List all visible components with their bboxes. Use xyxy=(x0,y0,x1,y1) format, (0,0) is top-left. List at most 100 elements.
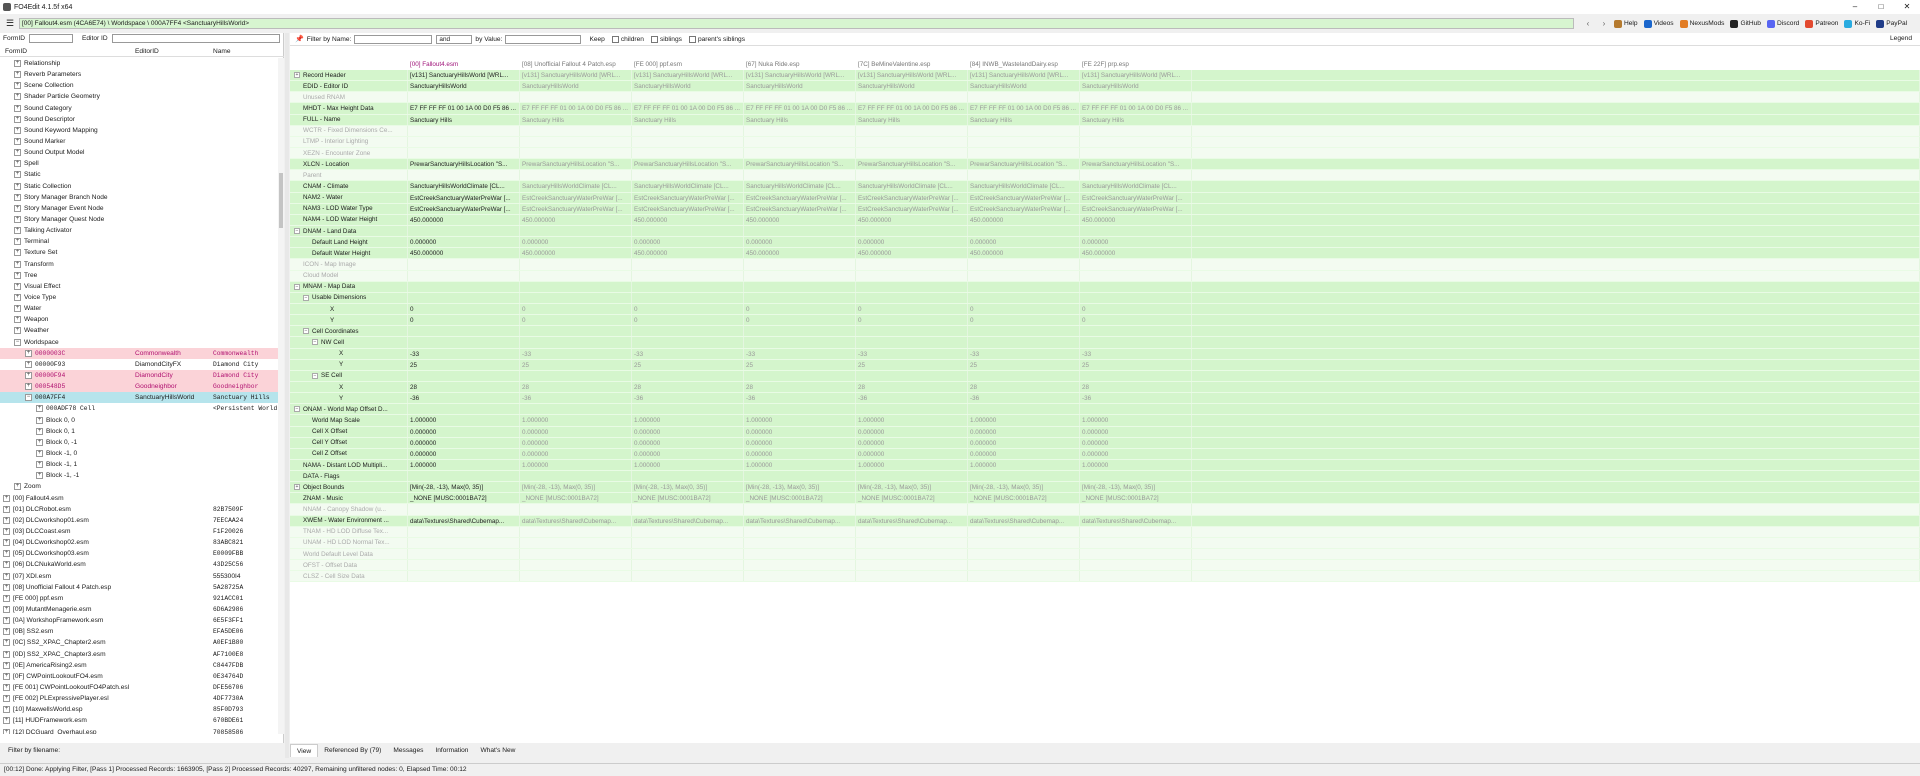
grid-row[interactable]: − DNAM - Land Data xyxy=(290,225,1920,238)
minimize-icon[interactable]: – xyxy=(1842,0,1868,14)
grid-cell[interactable]: _NONE [MUSC:0001BA72] xyxy=(1080,493,1192,504)
grid-cell[interactable] xyxy=(968,92,1080,103)
expand-icon[interactable]: + xyxy=(14,216,21,224)
grid-cell[interactable] xyxy=(856,147,968,159)
grid-cell[interactable] xyxy=(520,337,632,348)
tree-node[interactable]: + [0B] SS2.esm EFA5DE06 xyxy=(0,626,278,637)
grid-cell[interactable]: 450.000000 xyxy=(520,214,632,225)
grid-row[interactable]: World Map Scale 1.000000 1.000000 1.000000 1… xyxy=(290,415,1920,427)
grid-cell[interactable]: 0.000000 xyxy=(632,426,744,437)
grid-cell[interactable]: _NONE [MUSC:0001BA72] xyxy=(632,493,744,504)
keep-children-checkbox[interactable] xyxy=(611,35,619,43)
grid-cell[interactable]: 0.000000 xyxy=(856,448,968,459)
grid-cell[interactable]: SanctuaryHillsWorld xyxy=(408,81,520,92)
grid-cell[interactable] xyxy=(744,170,856,181)
grid-cell[interactable] xyxy=(1080,370,1192,381)
tree-node[interactable]: + Texture Set xyxy=(0,247,278,258)
grid-cell[interactable] xyxy=(408,526,520,537)
expand-icon[interactable]: + xyxy=(14,138,21,146)
expand-icon[interactable]: + xyxy=(3,717,10,725)
tree-node[interactable]: + Weather xyxy=(0,325,278,336)
grid-cell[interactable]: 25 xyxy=(408,359,520,370)
grid-cell[interactable] xyxy=(632,270,744,281)
expand-icon[interactable]: + xyxy=(14,149,21,157)
grid-cell[interactable]: 0.000000 xyxy=(856,237,968,248)
grid-cell[interactable] xyxy=(408,471,520,482)
grid-cell[interactable]: -36 xyxy=(744,393,856,404)
grid-row[interactable]: X0000000 xyxy=(290,303,1920,316)
grid-row[interactable]: Parent xyxy=(290,170,1920,182)
grid-cell[interactable]: 1.000000 xyxy=(632,459,744,471)
grid-cell[interactable]: Sanctuary Hills xyxy=(744,114,856,125)
expand-icon[interactable]: + xyxy=(3,650,10,658)
grid-cell[interactable] xyxy=(632,225,744,237)
grid-cell[interactable] xyxy=(408,170,520,181)
grid-cell[interactable]: EstCreekSanctuaryWaterPreWar [... xyxy=(520,203,632,214)
grid-cell[interactable] xyxy=(856,136,968,147)
grid-row[interactable]: + Object Bounds [Min(-28, -13), Max(0, 35)… xyxy=(290,482,1920,494)
grid-cell[interactable]: 450.000000 xyxy=(520,248,632,259)
grid-cell[interactable]: EstCreekSanctuaryWaterPreWar [... xyxy=(632,192,744,203)
grid-cell[interactable]: _NONE [MUSC:0001BA72] xyxy=(856,493,968,504)
grid-cell[interactable]: 0.000000 xyxy=(1080,448,1192,459)
tree-node[interactable]: + Shader Particle Geometry xyxy=(0,91,278,102)
grid-cell[interactable] xyxy=(968,337,1080,348)
grid-row[interactable]: Y0000000 xyxy=(290,315,1920,327)
tab-messages[interactable]: Messages xyxy=(387,744,429,757)
grid-cell[interactable]: SanctuaryHillsWorldClimate [CL... xyxy=(856,181,968,192)
grid-cell[interactable] xyxy=(856,170,968,181)
filter-operator-select[interactable]: and xyxy=(436,34,473,44)
expand-icon[interactable]: + xyxy=(3,505,10,513)
grid-cell[interactable]: 28 xyxy=(744,381,856,393)
grid-cell[interactable] xyxy=(744,504,856,515)
keep-parents-siblings-checkbox[interactable] xyxy=(688,35,696,43)
expand-icon[interactable]: + xyxy=(36,449,43,457)
grid-cell[interactable] xyxy=(632,337,744,348)
expand-icon[interactable]: + xyxy=(14,316,21,324)
grid-cell[interactable] xyxy=(856,92,968,103)
grid-row[interactable]: Unused RNAM xyxy=(290,92,1920,104)
grid-cell[interactable]: 0 xyxy=(632,303,744,315)
grid-row[interactable]: NAM4 - LOD Water Height 450.000000 450.000… xyxy=(290,214,1920,226)
grid-cell[interactable] xyxy=(632,471,744,482)
tab-what-s-new[interactable]: What's New xyxy=(474,744,521,757)
grid-cell[interactable]: PrewarSanctuaryHillsLocation "S... xyxy=(744,159,856,170)
tree-node[interactable]: + [09] MutantMenagerie.esm 6D6A2986 xyxy=(0,604,278,615)
grid-cell[interactable]: 0.000000 xyxy=(408,426,520,437)
grid-cell[interactable] xyxy=(408,337,520,348)
grid-cell[interactable] xyxy=(856,560,968,571)
grid-cell[interactable]: 1.000000 xyxy=(520,415,632,426)
grid-cell[interactable]: EstCreekSanctuaryWaterPreWar [... xyxy=(968,192,1080,203)
tab-view[interactable]: View xyxy=(290,744,319,757)
grid-row[interactable]: − ONAM - World Map Offset D... xyxy=(290,404,1920,416)
record-path-field[interactable]: [00] Fallout4.esm (4CA6E74) \ Worldspace… xyxy=(19,18,1574,29)
grid-cell[interactable]: 0.000000 xyxy=(744,437,856,448)
expand-icon[interactable]: + xyxy=(14,227,21,235)
expand-icon[interactable]: + xyxy=(3,695,10,703)
grid-cell[interactable]: 0 xyxy=(632,315,744,326)
grid-cell[interactable] xyxy=(856,549,968,560)
tree-node[interactable]: +0000003C Commonwealth Commonwealth xyxy=(0,347,278,359)
grid-cell[interactable]: 0.000000 xyxy=(968,437,1080,448)
grid-cell[interactable] xyxy=(408,504,520,515)
grid-cell[interactable]: E7 FF FF FF 01 00 1A 00 D0 F5 86 ... xyxy=(1080,103,1192,114)
grid-cell[interactable] xyxy=(1080,549,1192,560)
tree-node[interactable]: + [FE 001] CWPointLookoutFO4Patch.esl DFE5… xyxy=(0,682,278,693)
expand-icon[interactable]: + xyxy=(14,104,21,112)
grid-cell[interactable] xyxy=(408,326,520,337)
pin-icon[interactable]: 📌 xyxy=(295,35,304,43)
grid-row[interactable]: NAM3 - LOD Water Type EstCreekSanctuaryWa… xyxy=(290,203,1920,215)
grid-cell[interactable] xyxy=(744,326,856,337)
grid-cell[interactable]: PrewarSanctuaryHillsLocation "S... xyxy=(408,159,520,170)
back-arrow-icon[interactable]: ‹ xyxy=(1580,19,1596,28)
grid-cell[interactable] xyxy=(520,571,632,582)
grid-row[interactable]: Default Land Height 0.000000 0.000000 0.000… xyxy=(290,237,1920,249)
grid-cell[interactable] xyxy=(408,147,520,159)
grid-cell[interactable] xyxy=(520,225,632,237)
grid-cell[interactable] xyxy=(632,259,744,270)
grid-cell[interactable]: 450.000000 xyxy=(408,214,520,225)
expand-icon[interactable]: + xyxy=(294,484,300,491)
grid-cell[interactable]: EstCreekSanctuaryWaterPreWar [... xyxy=(1080,203,1192,214)
grid-cell[interactable]: 0 xyxy=(1080,315,1192,326)
expand-icon[interactable]: + xyxy=(25,349,32,357)
